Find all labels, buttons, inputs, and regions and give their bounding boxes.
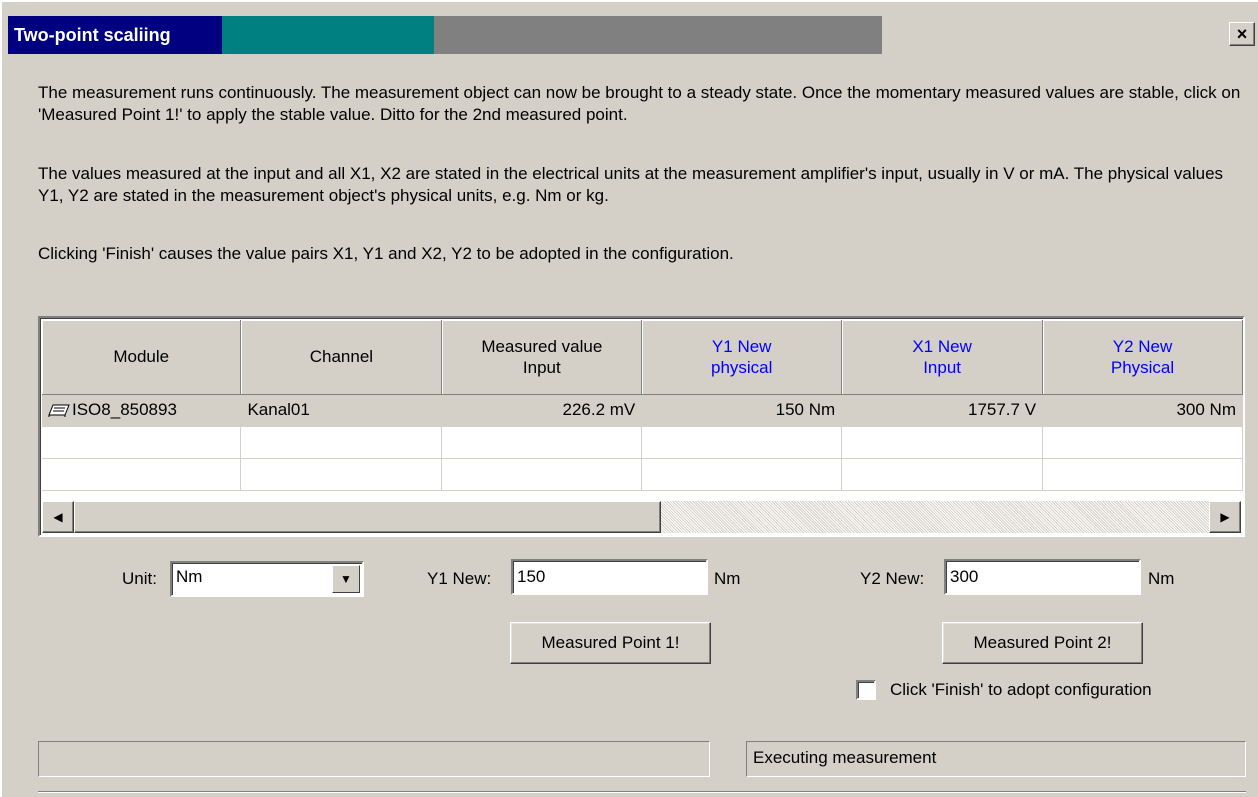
info-paragraph-3: Clicking 'Finish' causes the value pairs… [38,244,734,263]
y2-new-input[interactable] [944,559,1141,595]
table-cell-empty[interactable] [240,458,443,491]
adopt-configuration-option[interactable]: Click 'Finish' to adopt configuration [856,680,1152,700]
table-row[interactable]: ISO8_850893 Kanal01 226.2 mV 150 Nm 1757.7 V… [42,394,1243,427]
table-cell-empty[interactable] [641,426,843,459]
y2-unit-label: Nm [1148,569,1175,588]
column-header-line: Y1 New [711,336,772,356]
column-header-line: X1 New [912,336,972,356]
y1-new-label: Y1 New: [427,569,492,588]
cell-text: 1757.7 V [967,400,1037,419]
horizontal-scrollbar[interactable]: ◀ ▶ [42,501,1241,533]
cell-text: 150 Nm [775,400,836,419]
table-cell-y1[interactable]: 150 Nm [641,394,843,427]
table-cell-empty[interactable] [1042,426,1243,459]
table-cell-x1[interactable]: 1757.7 V [841,394,1044,427]
table-cell-empty[interactable] [641,458,843,491]
two-point-scaling-dialog: Two-point scaliing × The measurement run… [0,0,1258,797]
table-cell-empty[interactable] [240,426,443,459]
table-cell-empty[interactable] [441,458,643,491]
adopt-configuration-checkbox[interactable] [856,680,876,700]
table-cell-empty[interactable] [841,458,1044,491]
close-button[interactable]: × [1229,22,1255,46]
column-header-line: Measured value [481,336,603,356]
column-header-line: Channel [309,347,374,367]
info-paragraph-1: The measurement runs continuously. The m… [38,83,1241,124]
cell-text: 226.2 mV [562,400,636,419]
table-cell-measured[interactable]: 226.2 mV [441,394,643,427]
table-cell-channel[interactable]: Kanal01 [240,394,443,427]
window-title: Two-point scaliing [14,24,171,45]
table-cell-empty[interactable] [441,426,643,459]
measured-point-2-button[interactable]: Measured Point 2! [942,622,1143,664]
measured-point-1-button[interactable]: Measured Point 1! [510,622,711,664]
column-header-line: Physical [1110,357,1175,377]
unit-label: Unit: [122,569,157,588]
column-header-line: Module [113,347,170,367]
column-header-line: Input [923,357,961,377]
adopt-configuration-label: Click 'Finish' to adopt configuration [890,680,1152,699]
scroll-thumb[interactable] [74,501,661,533]
status-panel-right: Executing measurement [746,741,1246,777]
module-device-icon [48,404,70,417]
y2-new-label: Y2 New: [860,569,925,588]
column-header-line: physical [710,357,773,377]
cell-text: 300 Nm [1176,400,1236,419]
table-cell-empty[interactable] [841,426,1044,459]
table-row[interactable] [42,426,1243,459]
chevron-down-icon: ▼ [340,572,352,586]
close-icon: × [1236,24,1248,44]
grid-header-row: Module Channel Measured value Input Y1 New ph… [42,320,1243,395]
column-header[interactable]: Channel [240,320,443,395]
table-row[interactable] [42,458,1243,491]
table-cell-y2[interactable]: 300 Nm [1042,394,1243,427]
y1-new-input[interactable] [511,559,708,595]
column-header[interactable]: Module [42,320,242,395]
title-bar-inactive-segment [434,16,882,54]
cell-text: Kanal01 [247,400,310,419]
table-cell-empty[interactable] [42,426,242,459]
measurement-table: Module Channel Measured value Input Y1 New ph… [42,320,1243,491]
status-panel-left [38,741,710,777]
measurement-grid[interactable]: Module Channel Measured value Input Y1 New ph… [38,316,1245,537]
column-header[interactable]: Y1 New physical [641,320,843,395]
column-header[interactable]: Y2 New Physical [1042,320,1243,395]
info-paragraph-2: The values measured at the input and all… [38,164,1224,205]
arrow-right-icon: ▶ [1220,510,1230,524]
column-header[interactable]: Measured value Input [441,320,643,395]
title-bar-progress-segment [222,16,434,54]
table-cell-module[interactable]: ISO8_850893 [42,394,242,427]
bottom-divider [38,791,1246,793]
table-cell-empty[interactable] [42,458,242,491]
table-cell-empty[interactable] [1042,458,1243,491]
unit-select[interactable]: Nm ▼ [170,561,364,597]
arrow-left-icon: ◀ [53,510,63,524]
title-bar[interactable]: Two-point scaliing [8,16,882,54]
scroll-left-button[interactable]: ◀ [42,501,74,533]
y1-unit-label: Nm [714,569,741,588]
scroll-track[interactable] [661,501,1209,533]
scroll-right-button[interactable]: ▶ [1209,501,1241,533]
unit-dropdown-button[interactable]: ▼ [332,565,360,593]
title-bar-active-segment: Two-point scaliing [8,16,222,54]
column-header[interactable]: X1 New Input [841,320,1044,395]
unit-select-value: Nm [176,567,203,586]
column-header-line: Y2 New [1112,336,1173,356]
column-header-line: Input [522,357,561,377]
cell-text: ISO8_850893 [72,400,177,419]
